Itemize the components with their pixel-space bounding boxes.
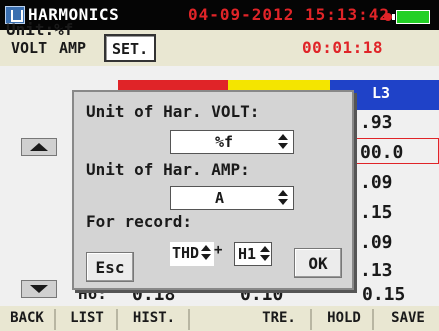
- l3-value: .13: [360, 260, 393, 281]
- spinner-arrows-icon[interactable]: [277, 134, 288, 150]
- l3-value: .15: [360, 202, 393, 223]
- tab-settings[interactable]: SET.: [104, 34, 157, 62]
- ok-button[interactable]: OK: [294, 248, 342, 278]
- record-indicator-icon: [384, 13, 392, 21]
- amp-unit-label: Unit of Har. AMP:: [86, 160, 250, 179]
- trend-button[interactable]: TRE.: [248, 309, 312, 330]
- unit-label: Unit:%f: [6, 20, 74, 39]
- scroll-down-button[interactable]: [21, 280, 57, 298]
- scroll-up-button[interactable]: [21, 138, 57, 156]
- list-button[interactable]: LIST: [58, 309, 118, 330]
- elapsed-time: 00:01:18: [302, 38, 384, 57]
- amp-unit-value: A: [215, 189, 225, 207]
- back-button[interactable]: BACK: [0, 309, 56, 330]
- esc-button[interactable]: Esc: [86, 252, 134, 282]
- hold-button[interactable]: HOLD: [316, 309, 374, 330]
- spinner-arrows-icon[interactable]: [259, 246, 270, 262]
- datetime-display: 04-09-2012 15:13:42: [188, 5, 391, 24]
- spinner-arrows-icon[interactable]: [200, 245, 211, 261]
- amp-unit-selector[interactable]: A: [170, 186, 294, 210]
- battery-icon: [392, 10, 430, 24]
- record-harmonic-selector[interactable]: H1: [234, 242, 272, 266]
- save-button[interactable]: SAVE: [378, 309, 438, 330]
- volt-unit-label: Unit of Har. VOLT:: [86, 102, 260, 121]
- l3-value: .09: [360, 172, 393, 193]
- volt-unit-selector[interactable]: %f: [170, 130, 294, 154]
- l3-value: 00.0: [360, 142, 404, 163]
- l3-value: .93: [360, 112, 393, 133]
- spinner-arrows-icon[interactable]: [277, 190, 288, 206]
- record-thd-value: THD: [172, 244, 200, 262]
- settings-dialog: Unit of Har. VOLT: %f Unit of Har. AMP: …: [72, 90, 354, 290]
- record-harmonic-value: H1: [238, 245, 257, 263]
- row-value-l3: 0.15: [362, 284, 406, 305]
- record-thd-selector[interactable]: THD: [170, 242, 214, 266]
- volt-unit-value: %f: [215, 133, 234, 151]
- history-button[interactable]: HIST.: [120, 309, 190, 330]
- function-bar: BACK LIST HIST. TRE. HOLD SAVE: [0, 306, 439, 331]
- l3-value: .09: [360, 232, 393, 253]
- record-label: For record:: [86, 212, 192, 231]
- plus-sign: +: [214, 242, 223, 258]
